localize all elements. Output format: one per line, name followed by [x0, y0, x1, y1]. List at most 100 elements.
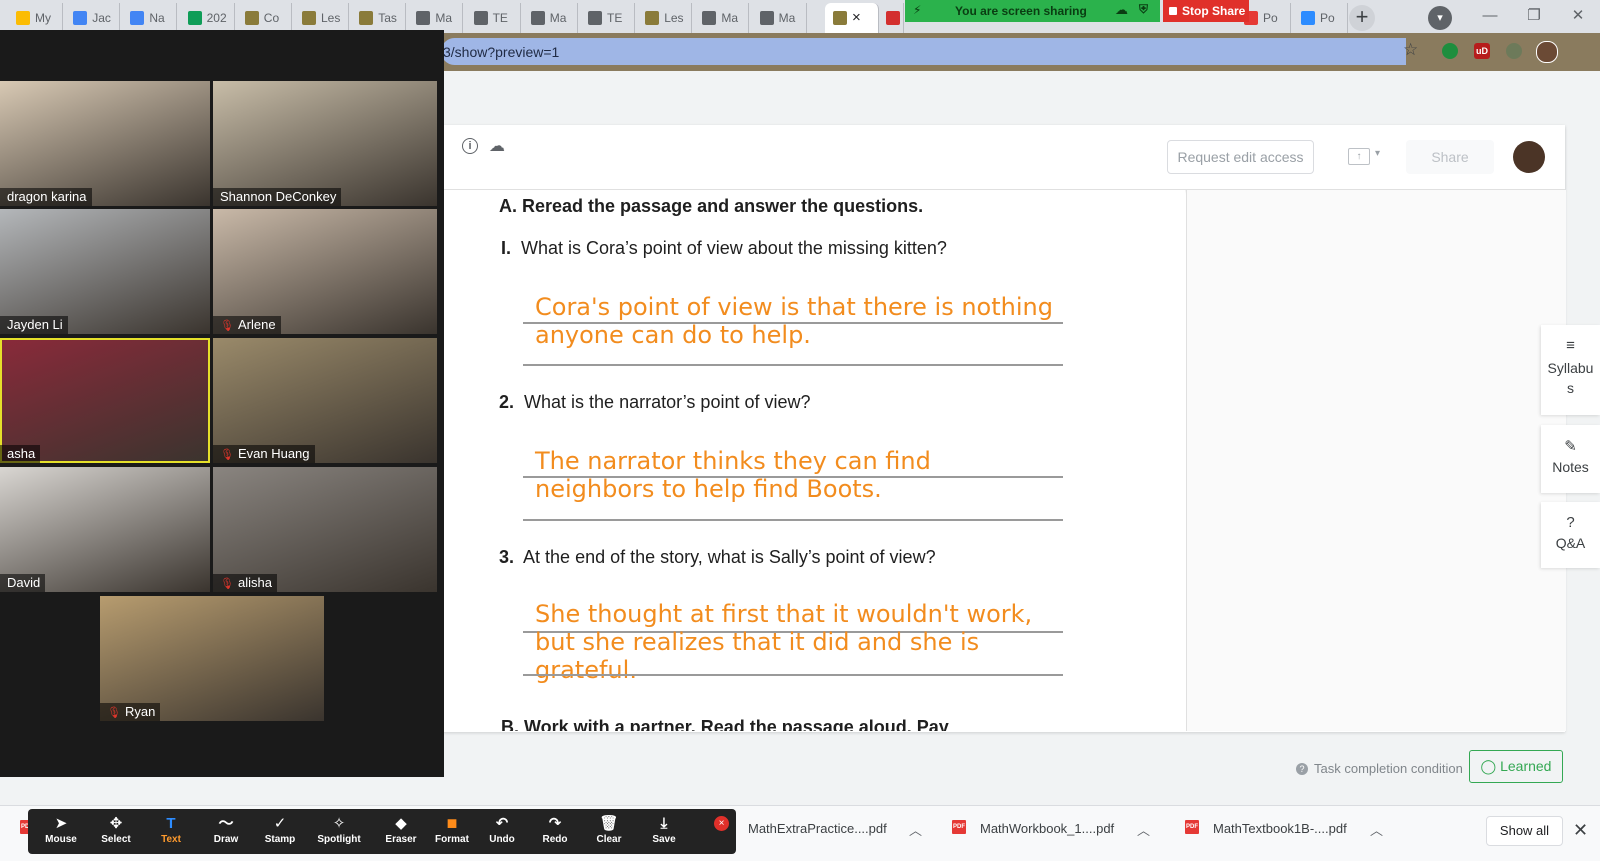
participant-name: 🎙 alisha: [213, 574, 277, 592]
muted-mic-icon: 🎙: [220, 449, 234, 461]
annotate-clear-button[interactable]: 🗑 Clear: [581, 809, 637, 854]
participant-video-tile[interactable]: 🎙 Ryan: [100, 596, 324, 721]
participant-name: asha: [0, 445, 41, 463]
present-button[interactable]: ↑ ▾: [1348, 146, 1392, 168]
tool-label: Clear: [596, 834, 622, 845]
shield-icon: ⛨: [1139, 2, 1149, 16]
participant-video-tile[interactable]: asha: [0, 338, 210, 463]
browser-tab-active[interactable]: ×: [825, 3, 879, 33]
tab-label: Na: [149, 11, 165, 25]
help-icon: ?: [1566, 514, 1575, 531]
participant-video-tile[interactable]: Jayden Li: [0, 209, 210, 334]
worksheet: A. Reread the passage and answer the que…: [443, 190, 1185, 731]
browser-tab[interactable]: Les: [637, 3, 693, 33]
browser-tab[interactable]: Tas: [351, 3, 407, 33]
avatar[interactable]: [1513, 141, 1545, 173]
restore-button[interactable]: ❐: [1512, 4, 1556, 28]
browser-tab[interactable]: Ma: [694, 3, 750, 33]
ublock-icon[interactable]: uD: [1474, 43, 1490, 59]
annotate-format-button[interactable]: ■ Format: [424, 809, 480, 854]
browser-tab[interactable]: TE: [466, 3, 521, 33]
task-completion-condition[interactable]: ? Task completion condition: [1296, 761, 1463, 776]
bookmark-star-icon[interactable]: ☆: [1403, 40, 1418, 60]
learned-button[interactable]: ◯ Learned: [1469, 750, 1563, 783]
annotate-draw-button[interactable]: 〜 Draw: [198, 809, 254, 854]
browser-tab[interactable]: Ma: [523, 3, 578, 33]
browser-tab[interactable]: Co: [237, 3, 292, 33]
close-window-button[interactable]: ✕: [1556, 4, 1600, 28]
browser-tab[interactable]: Ma: [752, 3, 807, 33]
participant-name: 🎙 Arlene: [213, 316, 281, 334]
url-text[interactable]: 3/show?preview=1: [443, 44, 559, 60]
stop-icon: [1169, 7, 1177, 15]
participant-video-tile[interactable]: 🎙 alisha: [213, 467, 437, 592]
participant-video-tile[interactable]: David: [0, 467, 210, 592]
question-text: At the end of the story, what is Sally’s…: [523, 547, 936, 567]
request-edit-access-button[interactable]: Request edit access: [1167, 140, 1314, 174]
close-icon[interactable]: ✕: [1573, 820, 1588, 841]
browser-tab[interactable]: Ma: [408, 3, 464, 33]
minimize-button[interactable]: —: [1468, 4, 1512, 28]
cloud-save-icon[interactable]: ☁: [489, 136, 505, 156]
move-icon: ✥: [109, 815, 123, 832]
chevron-up-icon[interactable]: ︿: [909, 820, 922, 839]
stop-share-button[interactable]: Stop Share: [1163, 0, 1249, 22]
browser-tab[interactable]: Po: [1293, 3, 1348, 33]
chevron-up-icon[interactable]: ︿: [1137, 820, 1150, 839]
tab-label: Jac: [92, 11, 111, 25]
syllabus-label: Syllabus: [1547, 360, 1594, 396]
extension-green-icon[interactable]: [1442, 43, 1458, 59]
tab-search-icon[interactable]: ▾: [1428, 6, 1452, 30]
classroom-icon: [244, 11, 259, 25]
classroom-icon: [645, 11, 660, 25]
download-item[interactable]: PDF MathTextbook1B-....pdf ︿: [1185, 815, 1385, 845]
annotate-mouse-button[interactable]: ➤ Mouse: [33, 809, 89, 854]
show-all-button[interactable]: Show all: [1486, 816, 1563, 846]
answer-3-line-1: She thought at first that it wouldn't wo…: [535, 600, 1033, 628]
annotate-redo-button[interactable]: ↷ Redo: [527, 809, 583, 854]
browser-tab[interactable]: Jac: [65, 3, 121, 33]
annotate-stamp-button[interactable]: ✓ Stamp: [252, 809, 308, 854]
browser-tab[interactable]: TE: [580, 3, 635, 33]
browser-tab[interactable]: [882, 3, 904, 33]
browser-tab[interactable]: 202: [180, 3, 235, 33]
annotate-spotlight-button[interactable]: ✧ Spotlight: [311, 809, 367, 854]
address-bar[interactable]: [441, 38, 1406, 65]
annotate-eraser-button[interactable]: ◆ Eraser: [373, 809, 429, 854]
download-filename: MathTextbook1B-....pdf: [1213, 821, 1347, 836]
download-item[interactable]: MathExtraPractice....pdf ︿: [734, 815, 924, 845]
browser-tab[interactable]: Na: [122, 3, 178, 33]
info-icon[interactable]: i: [462, 138, 478, 154]
close-tab-icon[interactable]: ×: [852, 9, 861, 26]
participant-video-tile[interactable]: 🎙 Evan Huang: [213, 338, 437, 463]
annotate-select-button[interactable]: ✥ Select: [88, 809, 144, 854]
profile-avatar[interactable]: [1536, 41, 1558, 63]
notes-tab[interactable]: ✎ Notes: [1541, 425, 1600, 493]
participant-video-tile[interactable]: Shannon DeConkey: [213, 81, 437, 206]
text-icon: T: [166, 815, 176, 832]
download-filename: MathWorkbook_1....pdf: [980, 821, 1115, 836]
zoom-gallery-view[interactable]: dragon karina Shannon DeConkey Jayden Li 🎙 A…: [0, 30, 444, 777]
globe-icon: [530, 11, 545, 25]
new-tab-button[interactable]: +: [1349, 5, 1375, 31]
answer-2-line-1: The narrator thinks they can find: [535, 447, 931, 475]
tab-label: Tas: [378, 11, 397, 25]
browser-tab[interactable]: Les: [294, 3, 349, 33]
question-3: 3. At the end of the story, what is Sall…: [499, 547, 936, 568]
syllabus-tab[interactable]: ≡ Syllabus: [1541, 325, 1600, 415]
participant-video-tile[interactable]: 🎙 Arlene: [213, 209, 437, 334]
browser-tab[interactable]: My: [8, 3, 63, 33]
annotate-text-button[interactable]: T Text: [143, 809, 199, 854]
close-annotation-icon[interactable]: ×: [714, 816, 729, 831]
extensions-puzzle-icon[interactable]: [1506, 43, 1522, 59]
share-button[interactable]: Share: [1406, 140, 1494, 174]
download-item[interactable]: PDF MathWorkbook_1....pdf ︿: [952, 815, 1152, 845]
participant-video-tile[interactable]: dragon karina: [0, 81, 210, 206]
chevron-up-icon[interactable]: ︿: [1370, 820, 1383, 839]
pdf-icon: PDF: [1185, 820, 1199, 834]
tab-label: Ma: [778, 11, 796, 25]
qa-tab[interactable]: ? Q&A: [1541, 502, 1600, 568]
screen-sharing-banner[interactable]: ⚡ You are screen sharing ☁ ⛨: [905, 0, 1160, 22]
annotate-undo-button[interactable]: ↶ Undo: [474, 809, 530, 854]
annotate-save-button[interactable]: ⤓ Save: [636, 809, 692, 854]
